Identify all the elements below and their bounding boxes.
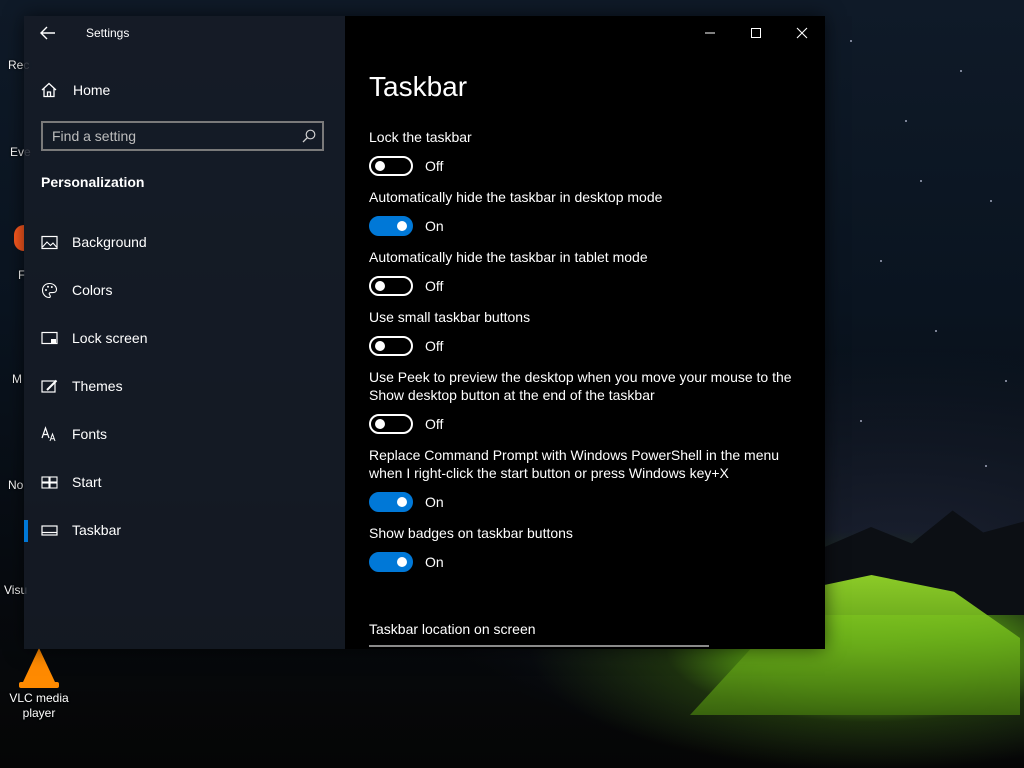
small-buttons-toggle[interactable] [369, 336, 413, 356]
toggle-state: Off [425, 158, 444, 174]
taskbar-location-label: Taskbar location on screen [369, 621, 536, 637]
setting-label: Automatically hide the taskbar in deskto… [369, 189, 663, 205]
caption-buttons [687, 16, 825, 50]
setting-label: Automatically hide the taskbar in tablet… [369, 249, 648, 265]
setting-autohide-tablet: Automatically hide the taskbar in tablet… [369, 248, 799, 297]
toggle-state: Off [425, 338, 444, 354]
close-icon [796, 27, 808, 39]
maximize-button[interactable] [733, 16, 779, 50]
sidebar-item-lock-screen[interactable]: Lock screen [24, 314, 345, 362]
autohide-tablet-toggle[interactable] [369, 276, 413, 296]
setting-autohide-desktop: Automatically hide the taskbar in deskto… [369, 188, 799, 237]
nav-home[interactable]: Home [24, 70, 345, 110]
settings-nav-pane: Settings Home Personalization [24, 16, 345, 649]
badges-toggle[interactable] [369, 552, 413, 572]
setting-label: Show badges on taskbar buttons [369, 525, 573, 541]
vlc-cone-icon [23, 648, 55, 682]
search-icon[interactable] [296, 129, 322, 143]
toggle-state: On [425, 494, 444, 510]
setting-peek: Use Peek to preview the desktop when you… [369, 368, 799, 435]
minimize-icon [705, 32, 715, 34]
taskbar-icon [41, 524, 58, 536]
nav-list: Background Colors Lock screen Themes Fon… [24, 218, 345, 554]
setting-label: Use small taskbar buttons [369, 309, 531, 325]
toggle-state: On [425, 554, 444, 570]
sidebar-item-themes[interactable]: Themes [24, 362, 345, 410]
lock-screen-icon [41, 331, 58, 344]
peek-toggle[interactable] [369, 414, 413, 434]
minimize-button[interactable] [687, 16, 733, 50]
section-title: Personalization [41, 174, 145, 190]
setting-label: Lock the taskbar [369, 129, 472, 145]
sidebar-item-background[interactable]: Background [24, 218, 345, 266]
autohide-desktop-toggle[interactable] [369, 216, 413, 236]
sidebar-item-fonts[interactable]: Fonts [24, 410, 345, 458]
page-title: Taskbar [369, 71, 468, 102]
start-icon [41, 475, 58, 489]
back-button[interactable] [24, 16, 72, 50]
window-title: Settings [86, 26, 130, 40]
home-icon [41, 82, 57, 98]
setting-lock-taskbar: Lock the taskbar Off [369, 128, 799, 177]
picture-icon [41, 235, 58, 249]
desktop-icon-no[interactable]: No [8, 478, 23, 492]
settings-window: Settings Home Personalization [24, 16, 825, 649]
sidebar-item-colors[interactable]: Colors [24, 266, 345, 314]
setting-small-buttons: Use small taskbar buttons Off [369, 308, 799, 357]
search-box[interactable] [41, 121, 324, 151]
setting-powershell: Replace Command Prompt with Windows Powe… [369, 446, 799, 513]
desktop-icon-firefox-glyph [14, 225, 24, 251]
toggle-state: On [425, 218, 444, 234]
back-arrow-icon [40, 26, 55, 40]
toggle-state: Off [425, 278, 444, 294]
taskbar-location-dropdown[interactable] [369, 645, 709, 649]
settings-content-pane: Taskbar Lock the taskbar Off Automatical… [345, 16, 825, 649]
themes-icon [41, 379, 58, 393]
setting-label: Replace Command Prompt with Windows Powe… [369, 447, 780, 481]
toggle-state: Off [425, 416, 444, 432]
desktop-icon-m[interactable]: M [12, 372, 22, 386]
title-bar: Settings [24, 16, 345, 50]
setting-badges: Show badges on taskbar buttons On [369, 524, 799, 573]
close-button[interactable] [779, 16, 825, 50]
desktop-icon-vlc[interactable]: VLC media player [4, 648, 74, 721]
setting-label: Use Peek to preview the desktop when you… [369, 369, 792, 403]
powershell-toggle[interactable] [369, 492, 413, 512]
settings-list: Lock the taskbar Off Automatically hide … [369, 128, 799, 584]
palette-icon [41, 282, 58, 298]
sidebar-item-start[interactable]: Start [24, 458, 345, 506]
nav-home-label: Home [73, 82, 111, 98]
lock-taskbar-toggle[interactable] [369, 156, 413, 176]
maximize-icon [751, 28, 761, 38]
sidebar-item-taskbar[interactable]: Taskbar [24, 506, 345, 554]
fonts-icon [41, 425, 56, 441]
search-input[interactable] [43, 122, 296, 150]
